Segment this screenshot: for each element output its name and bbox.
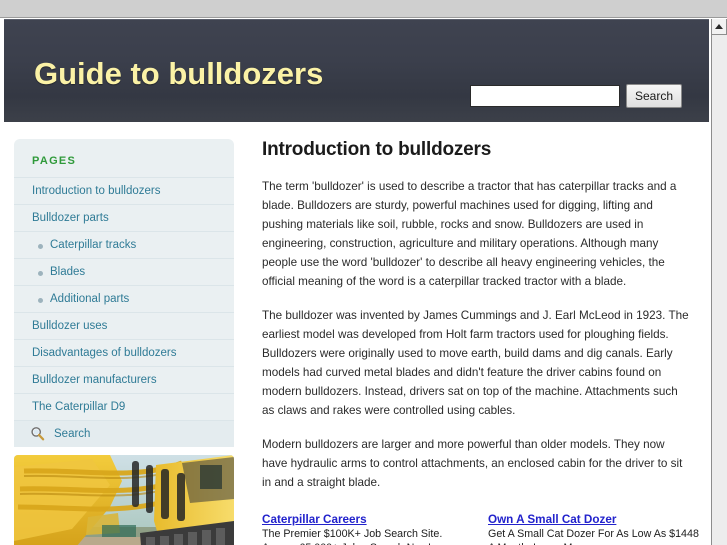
bullet-icon bbox=[38, 298, 43, 303]
scrollbar-track[interactable] bbox=[713, 36, 727, 545]
sidebar-item-caterpillar-tracks[interactable]: Caterpillar tracks bbox=[14, 231, 234, 258]
header-search-form: Search bbox=[469, 84, 682, 108]
pages-list: Introduction to bulldozers Bulldozer par… bbox=[14, 177, 234, 447]
search-button[interactable]: Search bbox=[625, 84, 682, 108]
sidebar-link[interactable]: Bulldozer uses bbox=[14, 313, 234, 339]
content-wrapper: PAGES Introduction to bulldozers Bulldoz… bbox=[0, 122, 711, 545]
bullet-icon bbox=[38, 271, 43, 276]
sidebar-item-blades[interactable]: Blades bbox=[14, 258, 234, 285]
ad-unit[interactable]: Own A Small Cat Dozer Get A Small Cat Do… bbox=[488, 510, 700, 545]
sidebar-link[interactable]: The Caterpillar D9 bbox=[14, 394, 234, 420]
sidebar-link[interactable]: Blades bbox=[14, 259, 234, 285]
article-paragraph-1: The term 'bulldozer' is used to describe… bbox=[262, 180, 677, 288]
triangle-up-icon bbox=[715, 24, 723, 29]
sidebar-link[interactable]: Additional parts bbox=[14, 286, 234, 312]
sidebar-link[interactable]: Search bbox=[14, 421, 234, 447]
sidebar-item-bulldozer-manufacturers[interactable]: Bulldozer manufacturers bbox=[14, 366, 234, 393]
sidebar-item-label: Blades bbox=[50, 266, 86, 278]
article-paragraph-2: The bulldozer was invented by James Cumm… bbox=[262, 309, 689, 417]
bulldozer-row-image bbox=[14, 455, 234, 545]
sidebar-link[interactable]: Bulldozer parts bbox=[14, 205, 234, 231]
ad-title-link[interactable]: Caterpillar Careers bbox=[262, 513, 367, 526]
sidebar-item-disadvantages-of-bulldozers[interactable]: Disadvantages of bulldozers bbox=[14, 339, 234, 366]
sidebar-item-label: Additional parts bbox=[50, 293, 130, 305]
magnifier-icon bbox=[31, 427, 45, 441]
browser-chrome-strip bbox=[0, 0, 727, 18]
sidebar-item-bulldozer-parts[interactable]: Bulldozer parts bbox=[14, 204, 234, 231]
search-input[interactable] bbox=[469, 85, 620, 107]
page-title: Introduction to bulldozers bbox=[262, 139, 492, 160]
ad-description: The Premier $100K+ Job Search Site. Acce… bbox=[262, 528, 443, 545]
sidebar-link[interactable]: Bulldozer manufacturers bbox=[14, 367, 234, 393]
ad-title-link[interactable]: Own A Small Cat Dozer bbox=[488, 513, 616, 526]
sidebar-item-additional-parts[interactable]: Additional parts bbox=[14, 285, 234, 312]
sidebar: PAGES Introduction to bulldozers Bulldoz… bbox=[14, 139, 234, 545]
sidebar-item-label: Caterpillar tracks bbox=[50, 239, 137, 251]
pages-widget: PAGES Introduction to bulldozers Bulldoz… bbox=[14, 139, 234, 447]
article-paragraph-3: Modern bulldozers are larger and more po… bbox=[262, 438, 683, 489]
sidebar-link[interactable]: Introduction to bulldozers bbox=[14, 178, 234, 204]
sidebar-link[interactable]: Caterpillar tracks bbox=[14, 232, 234, 258]
vertical-scrollbar[interactable] bbox=[711, 19, 727, 545]
site-header: Guide to bulldozers Search bbox=[4, 19, 709, 122]
site-title: Guide to bulldozers bbox=[34, 56, 324, 91]
ad-description: Get A Small Cat Dozer For As Low As $144… bbox=[488, 528, 699, 545]
sidebar-item-search[interactable]: Search bbox=[14, 420, 234, 447]
ad-unit[interactable]: Caterpillar Careers The Premier $100K+ J… bbox=[262, 510, 474, 545]
sidebar-item-introduction-to-bulldozers[interactable]: Introduction to bulldozers bbox=[14, 177, 234, 204]
sidebar-item-bulldozer-uses[interactable]: Bulldozer uses bbox=[14, 312, 234, 339]
bullet-icon bbox=[38, 244, 43, 249]
sidebar-item-label: Search bbox=[54, 428, 91, 440]
sidebar-bulldozer-photo bbox=[14, 455, 234, 545]
scrollbar-up-button[interactable] bbox=[712, 19, 727, 35]
advertisement-block: Caterpillar Careers The Premier $100K+ J… bbox=[262, 510, 699, 545]
main-column: Introduction to bulldozers The term 'bul… bbox=[234, 139, 711, 545]
pages-widget-title: PAGES bbox=[32, 155, 77, 167]
page-viewport: Guide to bulldozers Search PAGES Introdu… bbox=[0, 19, 711, 545]
sidebar-link[interactable]: Disadvantages of bulldozers bbox=[14, 340, 234, 366]
sidebar-item-the-caterpillar-d9[interactable]: The Caterpillar D9 bbox=[14, 393, 234, 420]
